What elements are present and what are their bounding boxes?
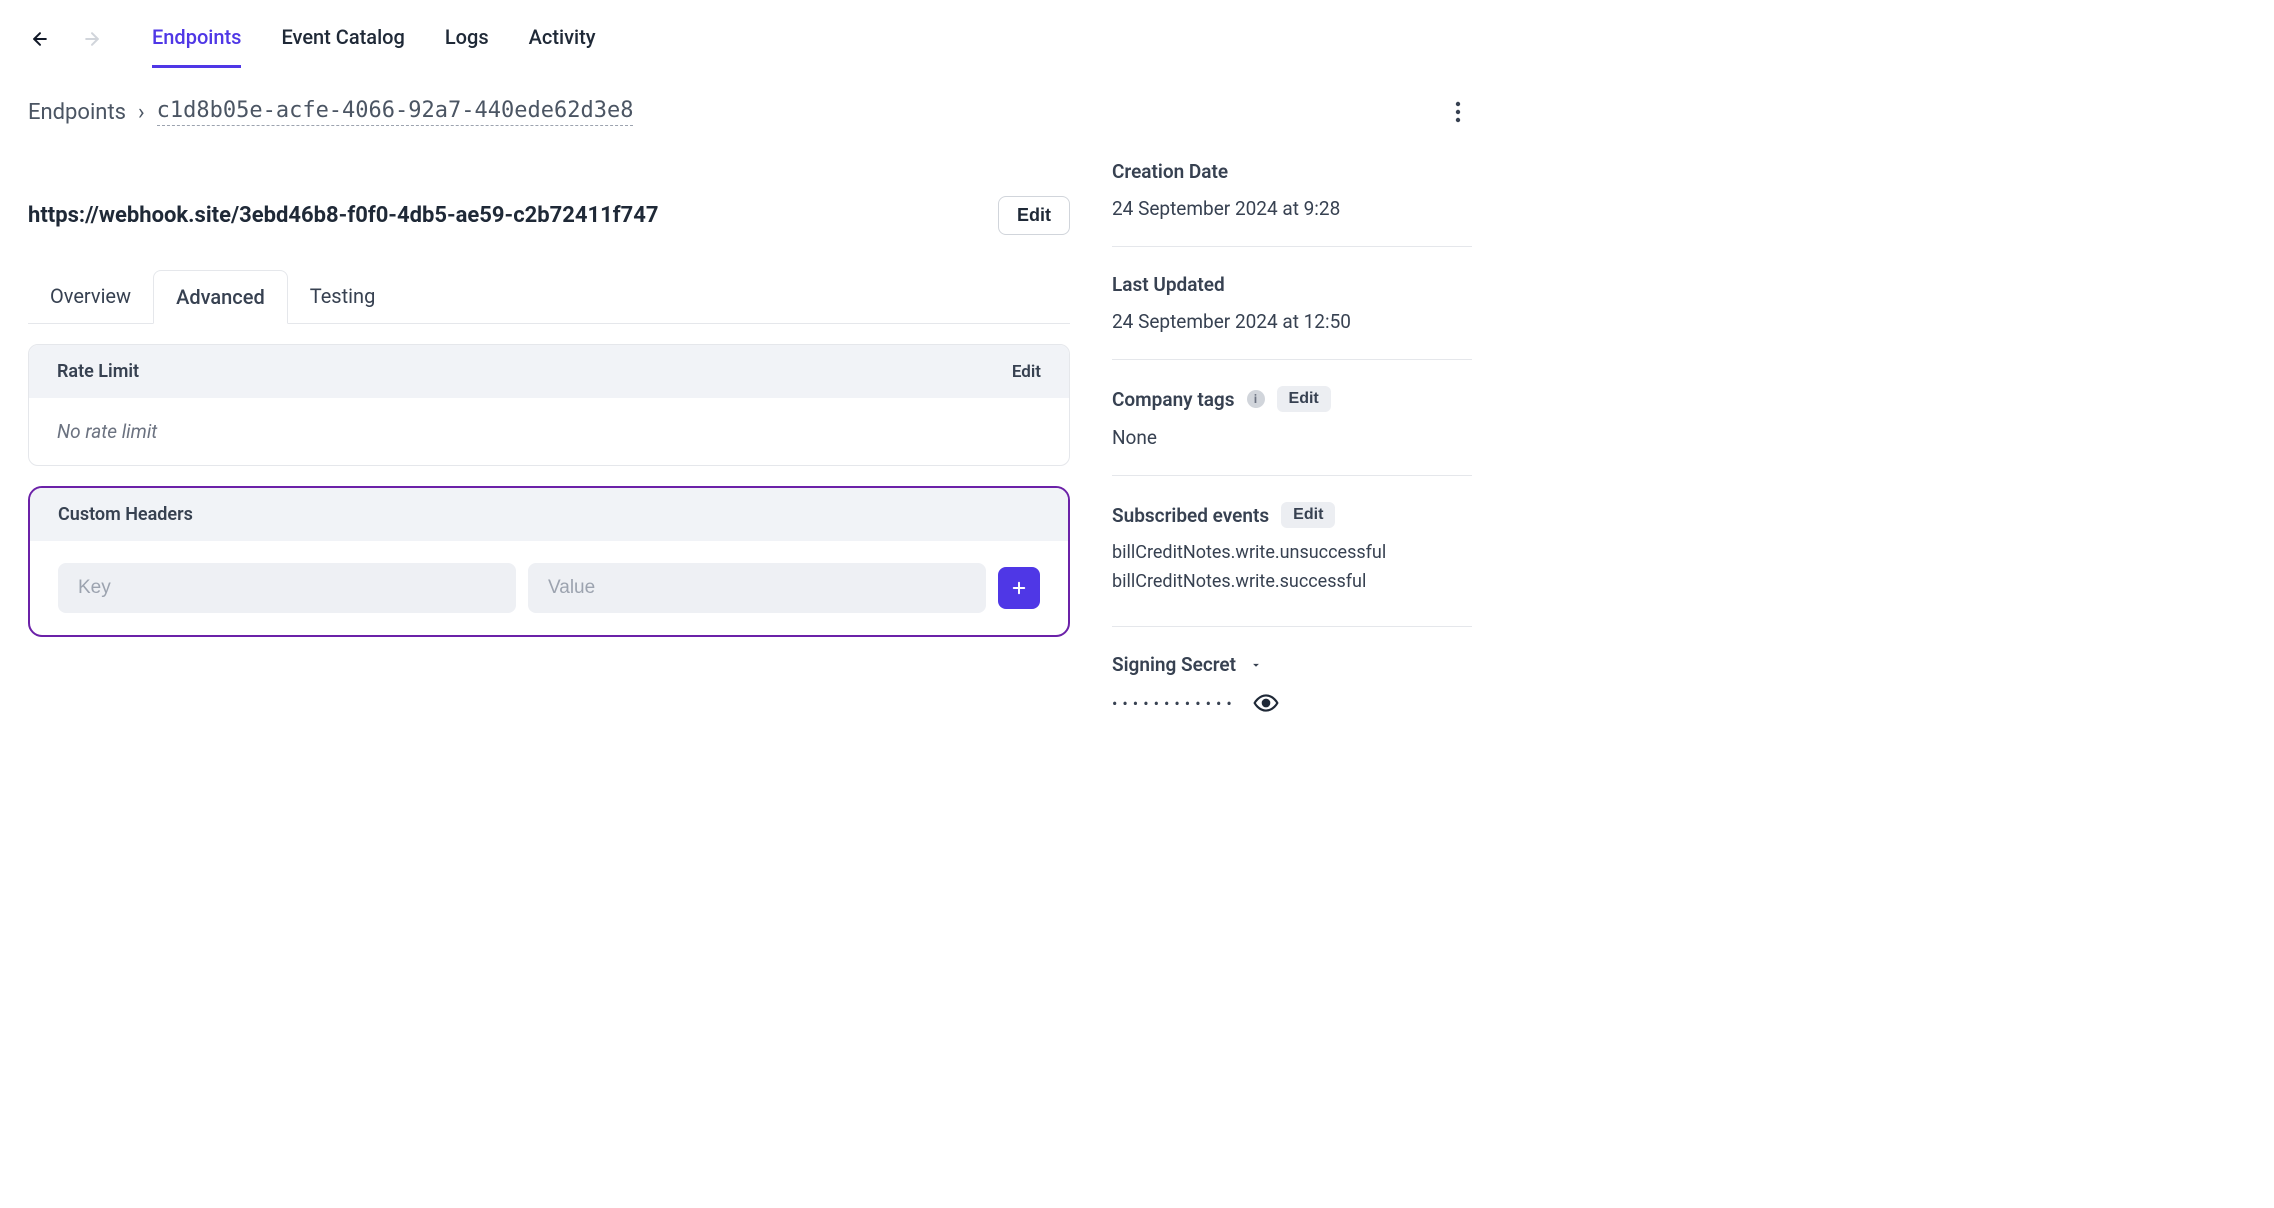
custom-headers-title: Custom Headers [58,504,193,525]
endpoint-subtabs: Overview Advanced Testing [28,269,1070,324]
subtab-overview[interactable]: Overview [28,270,153,324]
creation-date-value: 24 September 2024 at 9:28 [1112,197,1472,220]
nav-tab-event-catalog[interactable]: Event Catalog [281,11,404,68]
info-icon[interactable]: i [1247,390,1265,408]
subtab-testing[interactable]: Testing [288,270,398,324]
subtab-advanced[interactable]: Advanced [153,270,288,324]
header-value-input[interactable] [528,563,986,613]
nav-tab-activity[interactable]: Activity [529,11,596,68]
rate-limit-value: No rate limit [57,420,1041,443]
nav-forward-button[interactable] [80,27,104,51]
more-actions-button[interactable] [1444,98,1472,126]
endpoint-url: https://webhook.site/3ebd46b8-f0f0-4db5-… [28,203,659,228]
kebab-icon [1455,101,1461,123]
last-updated-label: Last Updated [1112,273,1225,296]
company-tags-edit-button[interactable]: Edit [1277,386,1331,412]
breadcrumb-separator: › [138,100,145,125]
arrow-right-icon [82,29,102,49]
nav-tab-endpoints[interactable]: Endpoints [152,11,241,68]
details-sidebar: Creation Date 24 September 2024 at 9:28 … [1112,160,1472,768]
reveal-secret-button[interactable] [1253,690,1279,716]
rate-limit-edit-button[interactable]: Edit [1012,362,1041,382]
breadcrumb: Endpoints › c1d8b05e-acfe-4066-92a7-440e… [28,98,633,126]
breadcrumb-root[interactable]: Endpoints [28,100,126,125]
signing-secret-masked: •••••••••••• [1112,694,1237,713]
rate-limit-title: Rate Limit [57,361,139,382]
subscribed-event-item: billCreditNotes.write.unsuccessful [1112,542,1472,563]
company-tags-label: Company tags [1112,388,1235,411]
plus-icon [1010,579,1028,597]
caret-down-icon[interactable] [1248,657,1264,673]
nav-back-button[interactable] [28,27,52,51]
signing-secret-label: Signing Secret [1112,653,1236,676]
arrow-left-icon [30,29,50,49]
nav-tab-logs[interactable]: Logs [445,11,489,68]
eye-icon [1253,690,1279,716]
subscribed-event-item: billCreditNotes.write.successful [1112,571,1472,592]
primary-nav: Endpoints Event Catalog Logs Activity [152,11,596,68]
header-key-input[interactable] [58,563,516,613]
company-tags-value: None [1112,426,1472,449]
edit-endpoint-button[interactable]: Edit [998,196,1070,235]
custom-headers-card: Custom Headers [28,486,1070,637]
last-updated-value: 24 September 2024 at 12:50 [1112,310,1472,333]
creation-date-label: Creation Date [1112,160,1228,183]
add-header-button[interactable] [998,567,1040,609]
breadcrumb-id[interactable]: c1d8b05e-acfe-4066-92a7-440ede62d3e8 [157,98,634,126]
rate-limit-card: Rate Limit Edit No rate limit [28,344,1070,466]
subscribed-events-edit-button[interactable]: Edit [1281,502,1335,528]
subscribed-events-label: Subscribed events [1112,504,1269,527]
